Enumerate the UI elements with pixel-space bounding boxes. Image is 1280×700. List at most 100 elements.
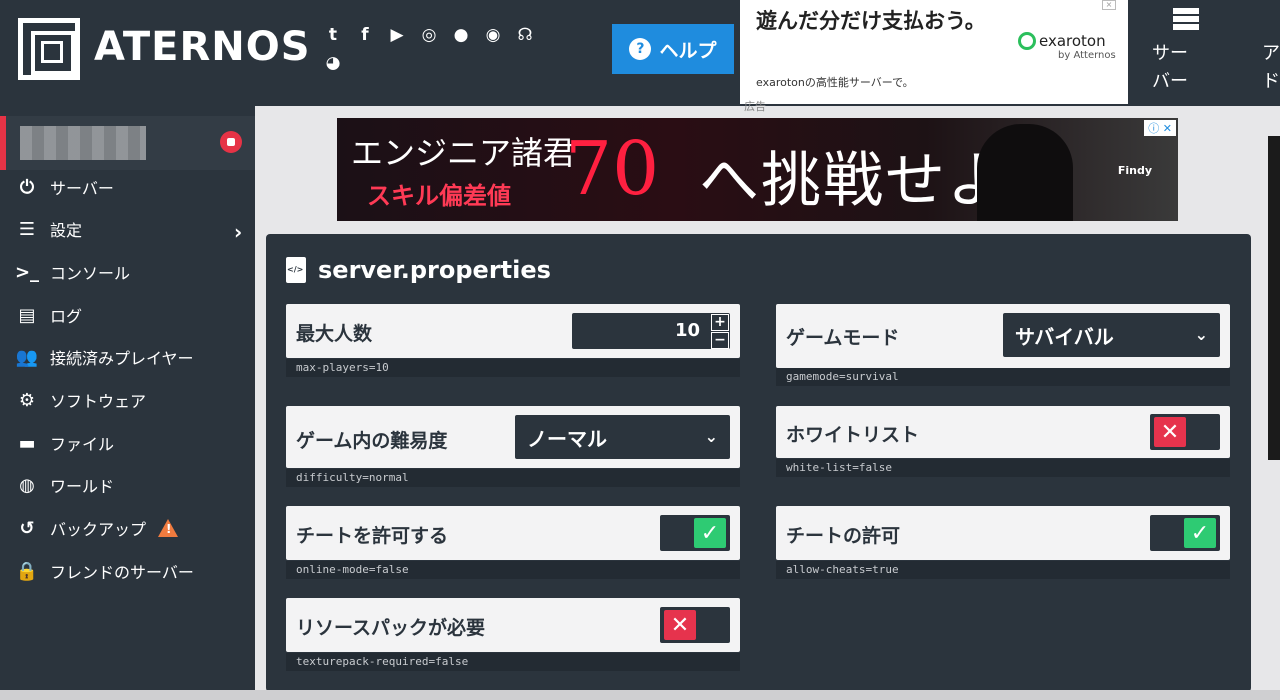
prop-key: max-players=10 [286, 359, 740, 377]
prop-label: ゲーム内の難易度 [296, 430, 448, 452]
panel-title: server.properties [286, 256, 551, 284]
prop-label: チートの許可 [786, 525, 901, 547]
header-ad[interactable]: 遊んだ分だけ支払おう。 exarotonの高性能サーバーで。 exaroton … [740, 0, 1128, 104]
code-file-icon [286, 257, 306, 283]
sidebar-item-console[interactable]: >_ コンソール [14, 258, 130, 286]
sidebar-item-label: サーバー [50, 179, 114, 198]
ad-brand-sub: by Atternos [1058, 50, 1116, 61]
online-mode-toggle[interactable]: ✓ [660, 515, 730, 551]
folder-icon: ▬ [18, 432, 36, 454]
help-label: ヘルプ [659, 39, 717, 62]
check-icon: ✓ [694, 518, 726, 548]
user-lock-icon: 🔒 [15, 560, 39, 582]
sidebar-item-label: フレンドのサーバー [50, 563, 194, 582]
banner-line2: スキル偏差値 [367, 182, 511, 210]
prop-label: リソースパックが必要 [296, 617, 486, 639]
gears-icon: ⚙ [18, 389, 36, 411]
banner-person-image [977, 124, 1073, 221]
sidebar-item-label: ファイル [50, 435, 115, 454]
sidebar-item-settings[interactable]: ☰ 設定 [14, 215, 82, 243]
increment-icon[interactable]: + [711, 314, 729, 331]
sidebar-item-label: ログ [50, 307, 83, 326]
sidebar-item-server[interactable]: ⏻ サーバー [14, 173, 114, 201]
banner-brand: Findy [1117, 164, 1152, 177]
side-ad-strip[interactable] [1268, 136, 1280, 460]
chevron-down-icon: ⌄ [1194, 325, 1208, 344]
history-icon: ↺ [19, 517, 35, 539]
sidebar-item-friend-servers[interactable]: 🔒 フレンドのサーバー [14, 557, 194, 585]
youtube-icon[interactable]: ▶ [386, 24, 408, 46]
terminal-icon: >_ [14, 261, 40, 283]
prop-label: 最大人数 [296, 323, 373, 345]
top-header: ATERNOS t f ▶ ◎ ● ◉ ☊ ◕ ? ヘルプ 遊んだ分だけ支払おう。 exaro… [0, 0, 1280, 106]
texturepack-toggle[interactable]: ✕ [660, 607, 730, 643]
whitelist-toggle[interactable]: ✕ [1150, 414, 1220, 450]
chevron-right-icon[interactable]: › [234, 220, 242, 244]
sidebar-item-label: コンソール [50, 264, 131, 283]
power-icon: ⏻ [19, 176, 35, 198]
nav-account-label[interactable]: アド [1262, 40, 1280, 96]
prop-difficulty: ゲーム内の難易度 ノーマル ⌄ difficulty=normal [286, 406, 740, 488]
prop-key: texturepack-required=false [286, 653, 740, 671]
close-icon: ✕ [664, 610, 696, 640]
discord-icon[interactable]: ◉ [482, 24, 504, 46]
prop-key: gamemode=survival [776, 368, 1230, 386]
prop-key: allow-cheats=true [776, 561, 1230, 579]
nav-servers-label: サーバー [1152, 43, 1188, 92]
allow-cheats-toggle[interactable]: ✓ [1150, 515, 1220, 551]
check-icon: ✓ [1184, 518, 1216, 548]
prop-label: チートを許可する [296, 525, 449, 547]
server-selector[interactable] [0, 116, 255, 170]
nav-servers[interactable]: サーバー [1140, 8, 1220, 92]
sidebar-item-label: ワールド [50, 477, 115, 496]
ad-subtext: exarotonの高性能サーバーで。 [756, 76, 914, 89]
panel-title-text: server.properties [318, 256, 551, 284]
server-properties-panel: server.properties 最大人数 10 + − max-player… [266, 234, 1251, 692]
sidebar-item-software[interactable]: ⚙ ソフトウェア [14, 386, 146, 414]
ad-label: 広告 [744, 100, 766, 113]
prop-whitelist: ホワイトリスト ✕ white-list=false [776, 406, 1230, 478]
difficulty-select[interactable]: ノーマル ⌄ [515, 415, 730, 459]
sidebar-item-label: 接続済みプレイヤー [50, 349, 194, 368]
gamemode-select[interactable]: サバイバル ⌄ [1003, 313, 1220, 357]
server-stack-icon [1173, 8, 1199, 30]
help-button[interactable]: ? ヘルプ [612, 24, 734, 74]
globe-icon: ◍ [19, 474, 35, 496]
server-name-blurred [20, 126, 146, 160]
banner-line3: へ挑戦せよ [699, 146, 1009, 216]
sidebar-item-worlds[interactable]: ◍ ワールド [14, 471, 114, 499]
ad-close-icon[interactable]: × [1102, 0, 1116, 10]
sidebar-item-backups[interactable]: ↺ バックアップ [14, 514, 179, 542]
twitter-icon[interactable]: t [322, 24, 344, 46]
logo-text[interactable]: ATERNOS [94, 24, 311, 70]
prop-key: white-list=false [776, 459, 1230, 477]
instagram-icon[interactable]: ◎ [418, 24, 440, 46]
sidebar-item-files[interactable]: ▬ ファイル [14, 429, 114, 457]
reddit-icon[interactable]: ● [450, 24, 472, 46]
social-links: t f ▶ ◎ ● ◉ ☊ ◕ [322, 24, 562, 80]
banner-ad[interactable]: エンジニア諸君 スキル偏差値 70 へ挑戦せよ Findy ⓘ ✕ [337, 118, 1178, 221]
sidebar-item-players[interactable]: 👥 接続済みプレイヤー [14, 343, 194, 371]
sidebar-item-label: 設定 [50, 221, 83, 240]
question-icon: ? [629, 38, 652, 60]
support-icon[interactable]: ☊ [514, 24, 536, 46]
decrement-icon[interactable]: − [711, 332, 729, 349]
sidebar-item-label: バックアップ [50, 520, 147, 539]
github-icon[interactable]: ◕ [322, 52, 344, 74]
prop-key: online-mode=false [286, 561, 740, 579]
max-players-input[interactable]: 10 [572, 313, 730, 349]
horizontal-scrollbar[interactable] [0, 690, 1280, 700]
exaroton-logo-icon [1018, 32, 1036, 50]
sidebar-item-label: ソフトウェア [50, 392, 147, 411]
close-icon: ✕ [1154, 417, 1186, 447]
sidebar-item-log[interactable]: ▤ ログ [14, 301, 82, 329]
prop-allow-cheats: チートの許可 ✓ allow-cheats=true [776, 506, 1230, 580]
ad-headline: 遊んだ分だけ支払おう。 [756, 9, 986, 33]
facebook-icon[interactable]: f [354, 24, 376, 46]
warning-icon [158, 519, 179, 537]
ad-info-icon[interactable]: ⓘ ✕ [1144, 120, 1176, 136]
banner-number: 70 [565, 126, 660, 212]
prop-texturepack-required: リソースパックが必要 ✕ texturepack-required=false [286, 598, 740, 672]
prop-key: difficulty=normal [286, 469, 740, 487]
aternos-logo-icon[interactable] [18, 18, 80, 80]
